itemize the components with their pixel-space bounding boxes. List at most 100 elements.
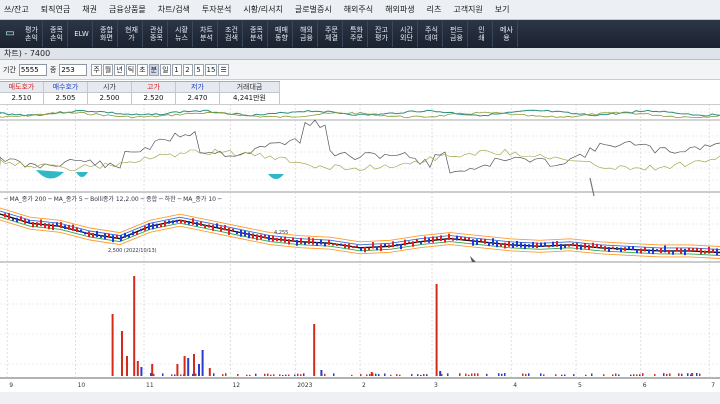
menu-item[interactable]: 글로벌증시 bbox=[295, 4, 332, 15]
candle bbox=[536, 242, 538, 249]
fund-finance-button[interactable]: 펀드 금융 bbox=[446, 21, 468, 47]
menu-item[interactable]: 해외파생 bbox=[385, 4, 414, 15]
menu-item[interactable]: 채권 bbox=[82, 4, 97, 15]
market-news-button[interactable]: 시황 뉴스 bbox=[171, 21, 193, 47]
main-menu-bar: 쓰/잔고 퇴직연금 채권 금융상품몰 차트/검색 투자분석 시황/리서치 글로벌증시 해외주식 해… bbox=[0, 0, 720, 20]
candle bbox=[296, 239, 298, 246]
period-input[interactable] bbox=[18, 63, 47, 76]
menu-item[interactable]: 시황/리서치 bbox=[243, 4, 283, 15]
condition-search-icon: 조건 검색 bbox=[225, 26, 238, 42]
messenger-icon: 메사 용 bbox=[500, 26, 513, 42]
candle bbox=[160, 223, 162, 228]
period-tab[interactable]: 틱 bbox=[125, 63, 137, 76]
volume-bar bbox=[313, 324, 316, 376]
trading-trend-button[interactable]: 매매 동향 bbox=[271, 21, 293, 47]
elw-icon: ELW bbox=[74, 30, 89, 38]
xaxis-label: 2023 bbox=[297, 382, 312, 389]
quote-header: 시가 bbox=[88, 82, 132, 93]
candle bbox=[148, 223, 150, 230]
stock-profit-button[interactable]: 종목 손익 bbox=[46, 21, 68, 47]
quote-table: 매도호가 매수호가 시가 고가 저가 거래대금 2.510 2.505 2.500 2.520 2.… bbox=[0, 81, 280, 104]
balance-eval-button[interactable]: 잔고 평가 bbox=[371, 21, 393, 47]
chart-analysis-button[interactable]: 차트 분석 bbox=[196, 21, 218, 47]
candle bbox=[176, 219, 178, 223]
candle bbox=[332, 243, 334, 246]
volume-bar bbox=[522, 373, 524, 376]
candle bbox=[524, 243, 526, 250]
count-input[interactable] bbox=[59, 63, 88, 76]
certificate-button[interactable]: 인 쇄 bbox=[471, 21, 493, 47]
period-tab[interactable]: 15 bbox=[204, 63, 218, 76]
candle bbox=[120, 235, 122, 241]
period-tab[interactable]: 1 bbox=[171, 63, 182, 76]
combined-screen-button[interactable]: 종합 화면 bbox=[96, 21, 118, 47]
period-tab[interactable]: 초 bbox=[137, 63, 148, 76]
monitor-button[interactable]: ▭ bbox=[2, 21, 18, 47]
menu-item[interactable]: 쓰/잔고 bbox=[4, 4, 29, 15]
volume-bar bbox=[255, 373, 257, 376]
candle bbox=[656, 249, 658, 252]
special-order-button[interactable]: 특화 주문 bbox=[346, 21, 368, 47]
volume-bar bbox=[678, 373, 680, 376]
price-chart[interactable]: 9 10 11 12 2023 2 3 4 5 6 7 bbox=[0, 104, 720, 404]
market-news-icon: 시황 뉴스 bbox=[175, 26, 188, 42]
menu-item[interactable]: 투자분석 bbox=[202, 4, 231, 15]
period-tab[interactable]: 일 bbox=[160, 63, 171, 76]
menu-item[interactable]: 차트/검색 bbox=[158, 4, 190, 15]
quote-value: 4,241만원 bbox=[220, 93, 280, 104]
candle bbox=[492, 238, 494, 246]
stock-analysis-button[interactable]: 종목 분석 bbox=[246, 21, 268, 47]
volume-bar bbox=[642, 373, 644, 376]
volume-bar bbox=[264, 373, 266, 376]
candle bbox=[568, 244, 570, 247]
period-tab[interactable]: 분 bbox=[148, 63, 160, 76]
candle bbox=[408, 241, 410, 244]
period-tab[interactable]: 2 bbox=[182, 63, 193, 76]
volume-bar bbox=[126, 356, 128, 376]
xaxis-label: 3 bbox=[434, 382, 438, 389]
period-tab[interactable]: ☰ bbox=[218, 63, 229, 76]
overtime-order-button[interactable]: 시간 외단 bbox=[396, 21, 418, 47]
volume-bar bbox=[136, 361, 139, 376]
candle bbox=[664, 245, 666, 253]
messenger-button[interactable]: 메사 용 bbox=[496, 21, 518, 47]
period-tab[interactable]: 년 bbox=[114, 63, 125, 76]
chart-window-title: 차트) - 7400 bbox=[0, 48, 720, 60]
period-tab[interactable]: 5 bbox=[193, 63, 204, 76]
volume-bar bbox=[447, 373, 449, 376]
candle bbox=[44, 223, 46, 229]
volume-bar bbox=[423, 373, 425, 376]
profit-button[interactable]: 평가 손익 bbox=[21, 21, 43, 47]
candle bbox=[688, 247, 690, 252]
period-tab[interactable]: 주 bbox=[91, 63, 102, 76]
watchlist-button[interactable]: 관심 종목 bbox=[146, 21, 168, 47]
overseas-finance-icon: 해외 금융 bbox=[300, 26, 313, 42]
menu-item[interactable]: 리츠 bbox=[427, 4, 442, 15]
candle bbox=[208, 224, 210, 228]
volume-bar bbox=[633, 374, 635, 376]
count-label: 종 bbox=[49, 65, 57, 74]
stock-lending-button[interactable]: 주식 대여 bbox=[421, 21, 443, 47]
candle bbox=[316, 242, 318, 246]
indicator-fill bbox=[268, 174, 284, 179]
menu-item[interactable]: 퇴직연금 bbox=[41, 4, 70, 15]
volume-bar bbox=[612, 374, 614, 376]
menu-item[interactable]: 금융상품몰 bbox=[109, 4, 146, 15]
elw-button[interactable]: ELW bbox=[71, 21, 93, 47]
volume-bar bbox=[666, 373, 668, 376]
volume-bar bbox=[351, 374, 353, 376]
period-tab[interactable]: 월 bbox=[102, 63, 114, 76]
current-price-button[interactable]: 현재 가 bbox=[121, 21, 143, 47]
candle bbox=[164, 221, 166, 227]
overseas-finance-button[interactable]: 해외 금융 bbox=[296, 21, 318, 47]
condition-search-button[interactable]: 조건 검색 bbox=[221, 21, 243, 47]
menu-item[interactable]: 해외주식 bbox=[344, 4, 373, 15]
menu-item[interactable]: 보기 bbox=[495, 4, 510, 15]
menu-item[interactable]: 고객지원 bbox=[453, 4, 482, 15]
order-execution-button[interactable]: 주문 체결 bbox=[321, 21, 343, 47]
volume-bar bbox=[564, 374, 566, 376]
candle bbox=[124, 232, 126, 238]
candle bbox=[512, 242, 514, 248]
candle bbox=[132, 231, 134, 236]
candle bbox=[716, 248, 718, 256]
